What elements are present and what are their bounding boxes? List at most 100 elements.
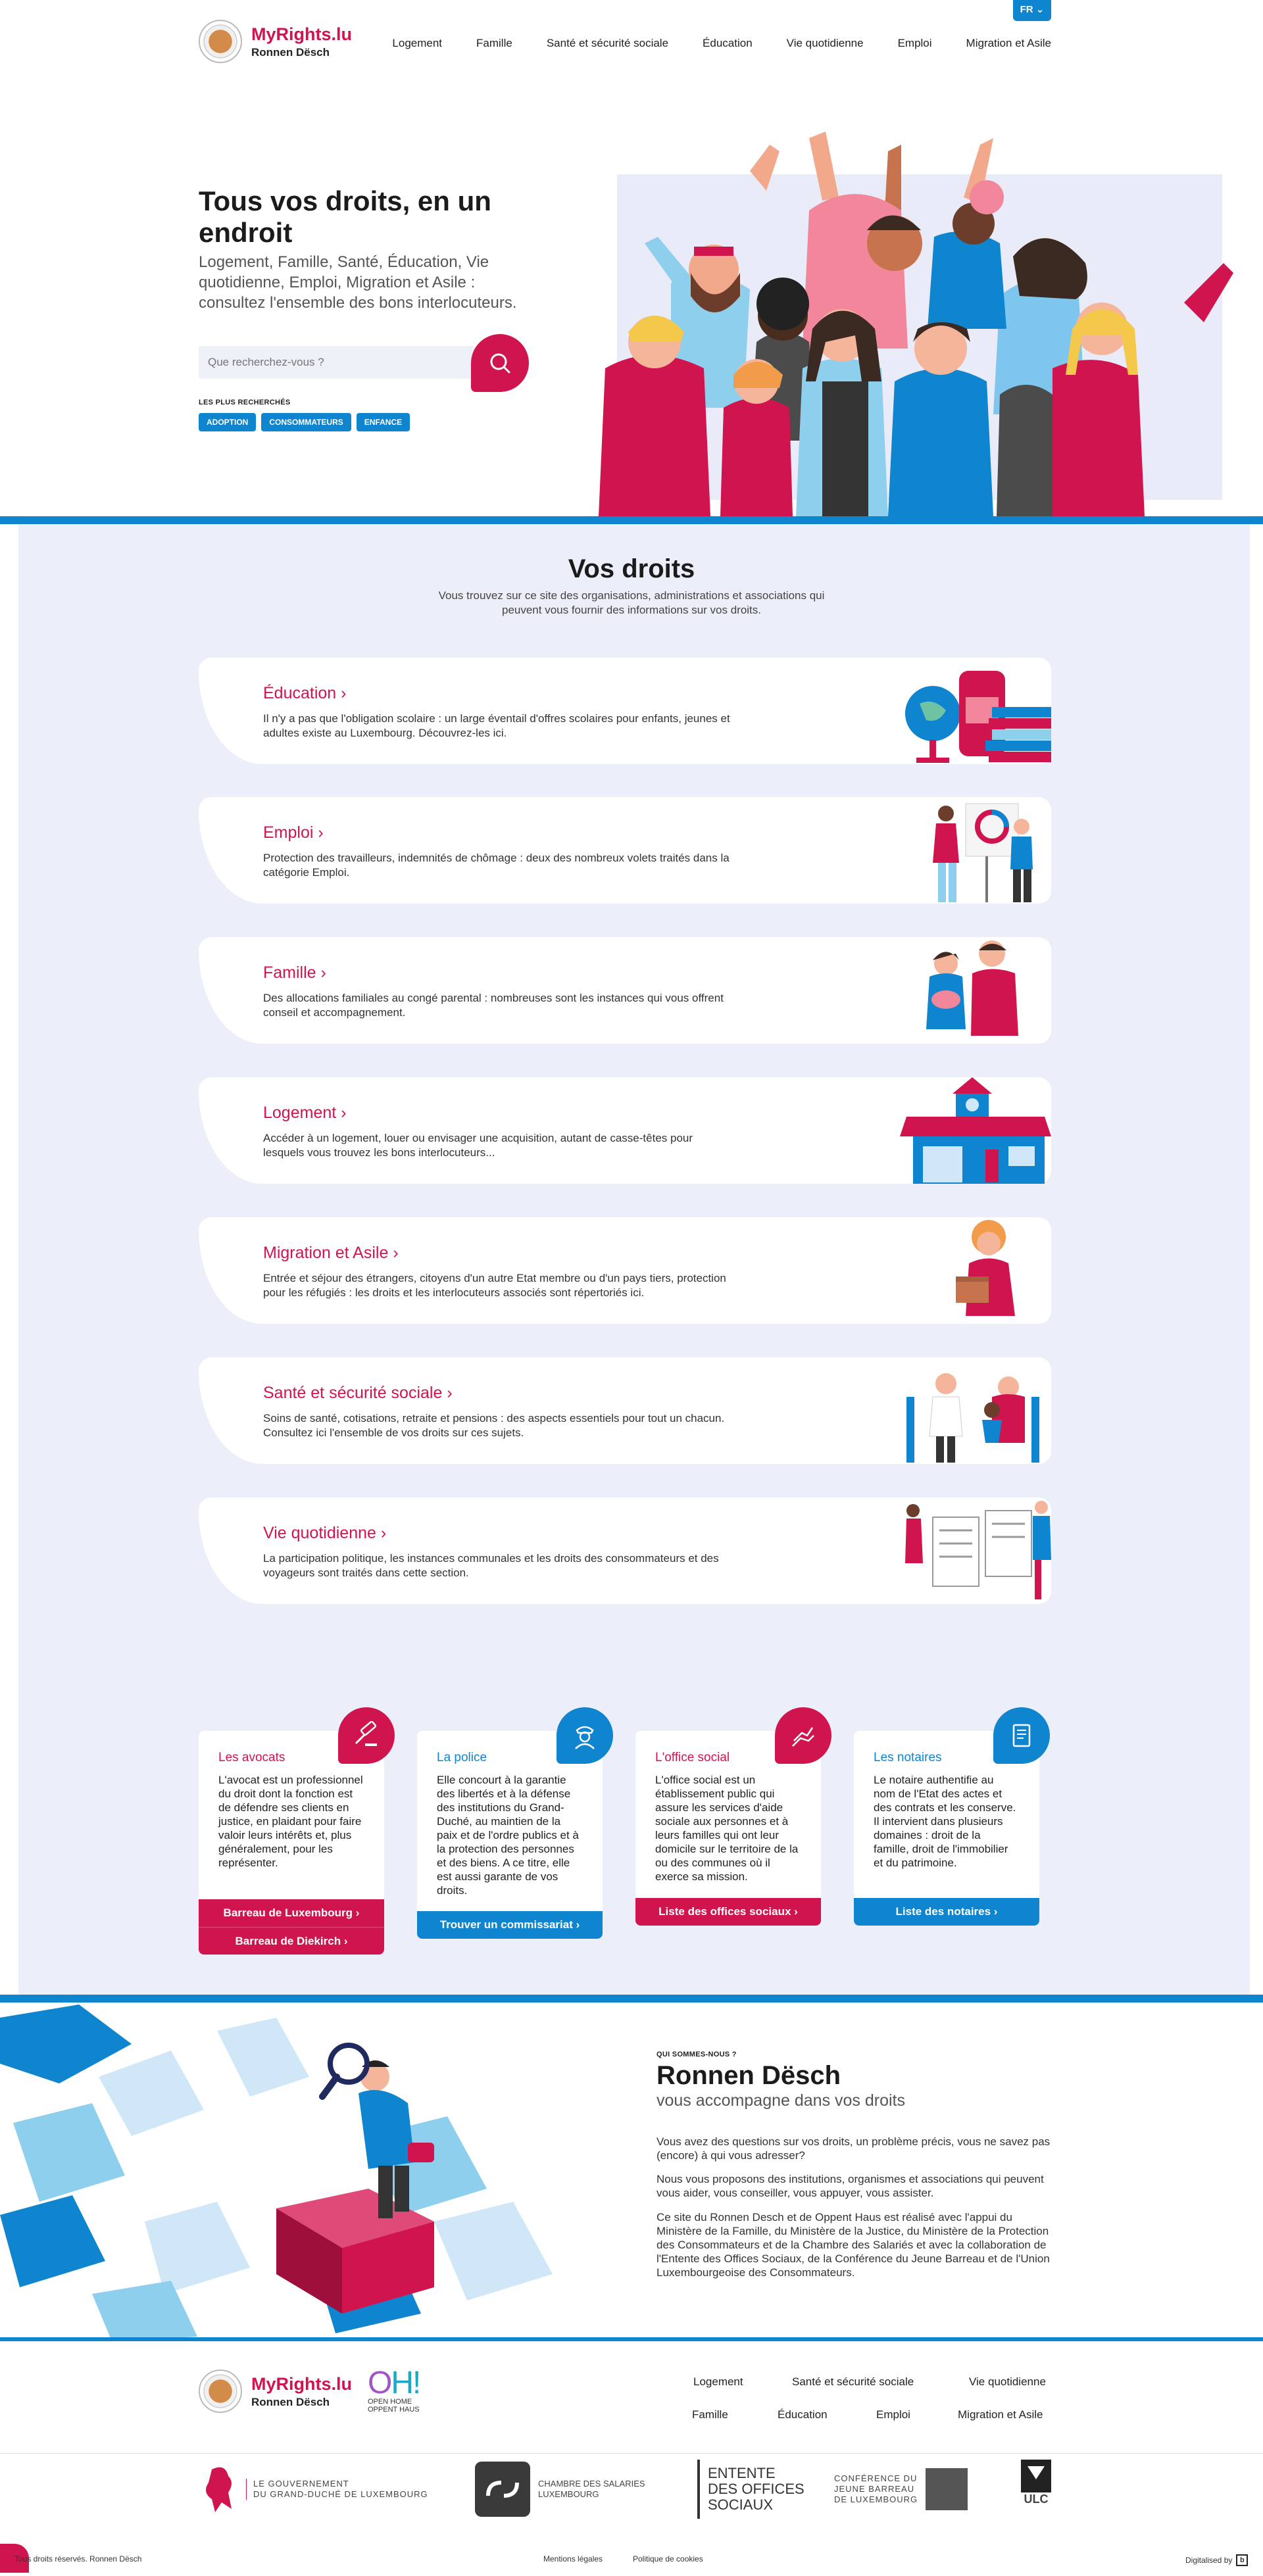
barreau-luxembourg-button[interactable]: Barreau de Luxembourg › [199, 1899, 384, 1927]
nav-item-education[interactable]: Éducation [703, 37, 753, 50]
site-logo[interactable]: MyRights.lu Ronnen Dësch [199, 20, 352, 63]
footer-site-logo[interactable]: MyRights.lu Ronnen Dësch [199, 2369, 352, 2413]
logo-name: MyRights.lu [251, 24, 352, 44]
tag-enfance[interactable]: ENFANCE [356, 413, 410, 431]
logement-house-illustration [900, 1077, 1051, 1184]
card-logement[interactable]: Logement › Accéder à un logement, louer … [199, 1077, 1051, 1184]
divider-line [0, 1995, 1263, 2003]
legal-link[interactable]: Mentions légales [543, 2554, 603, 2564]
find-commissariat-button[interactable]: Trouver un commissariat › [417, 1911, 603, 1939]
nav-item-vie-quotidienne[interactable]: Vie quotidienne [787, 37, 864, 50]
education-illustration [905, 671, 1051, 763]
gavel-icon [355, 1721, 377, 1746]
open-home-label-1: OPEN HOME [368, 2398, 412, 2406]
footer-nav-migration[interactable]: Migration et Asile [958, 2408, 1043, 2421]
open-home-mark: OH! [368, 2366, 421, 2400]
hero-title: Tous vos droits, en un endroit [199, 185, 491, 248]
search-button[interactable] [471, 334, 529, 392]
bottom-bar: Tous droits réservés. Ronnen Dësch Menti… [0, 2544, 1263, 2576]
offices-sociaux-button[interactable]: Liste des offices sociaux › [635, 1898, 821, 1926]
footer-nav-education[interactable]: Éducation [778, 2408, 828, 2421]
chevron-right-icon: › [320, 963, 326, 982]
language-selector[interactable]: FR ⌄ [1013, 0, 1051, 21]
chevron-right-icon: › [341, 1104, 347, 1122]
about-illustration [0, 2005, 553, 2341]
card-desc: Accéder à un logement, louer ou envisage… [263, 1132, 693, 1159]
footer-nav-logement[interactable]: Logement [693, 2375, 743, 2389]
logo-sub: Ronnen Dësch [251, 2395, 330, 2408]
copyright-text: Tous droits réservés. Ronnen Dësch [14, 2554, 142, 2564]
migration-illustration [956, 1220, 1015, 1316]
ronnen-desch-seal-logo [199, 20, 242, 63]
ulc-label: ULC [1024, 2492, 1049, 2506]
partner-jeune-barreau[interactable]: CONFÉRENCE DU JEUNE BARREAU DE LUXEMBOUR… [834, 2460, 968, 2519]
partner-gouvernement[interactable]: LE GOUVERNEMENT DU GRAND-DUCHÉ DE LUXEMB… [199, 2460, 428, 2519]
pro-title: Les notaires [874, 1751, 942, 1764]
ronnen-desch-seal-logo [199, 2369, 242, 2413]
card-sante[interactable]: Santé et sécurité sociale › Soins de san… [199, 1357, 1051, 1464]
partner-chambre-salaries[interactable]: CHAMBRE DES SALARIES LUXEMBOURG [475, 2460, 645, 2519]
nav-item-sante[interactable]: Santé et sécurité sociale [547, 37, 668, 50]
ulc-icon [1021, 2460, 1051, 2492]
notaires-badge [993, 1707, 1050, 1764]
pro-card-police: La police Elle concourt à la garantie de… [417, 1707, 613, 1939]
card-migration[interactable]: Migration et Asile › Entrée et séjour de… [199, 1217, 1051, 1324]
office-social-badge [775, 1707, 831, 1764]
police-badge [557, 1707, 613, 1764]
chevron-right-icon: › [380, 1524, 387, 1542]
nav-item-migration[interactable]: Migration et Asile [966, 37, 1051, 50]
agency-logo-icon: b [1236, 2554, 1249, 2566]
card-desc: Entrée et séjour des étrangers, citoyens… [263, 1272, 726, 1299]
card-emploi[interactable]: Emploi › Protection des travailleurs, in… [199, 797, 1051, 904]
card-desc: La participation politique, les instance… [263, 1552, 719, 1579]
search-input[interactable] [199, 346, 475, 379]
pro-title: La police [437, 1751, 487, 1764]
footer-nav-vie-quotidienne[interactable]: Vie quotidienne [969, 2375, 1046, 2389]
partner-entente-offices[interactable]: ENTENTE DES OFFICES SOCIAUX [697, 2460, 805, 2519]
about-paragraph-3: Ce site du Ronnen Desch et de Oppent Hau… [656, 2211, 1050, 2279]
tag-adoption[interactable]: ADOPTION [199, 413, 257, 431]
jeune-barreau-mark-icon [926, 2468, 968, 2510]
hero-subtitle: Logement, Famille, Santé, Éducation, Vie… [199, 253, 517, 312]
logo-name: MyRights.lu [251, 2373, 352, 2394]
site-header: MyRights.lu Ronnen Dësch Logement Famill… [0, 0, 1263, 85]
partner-ulc[interactable]: ULC [1021, 2460, 1051, 2519]
rights-title: Vos droits [568, 554, 695, 583]
popular-tags: ADOPTION CONSOMMATEURS ENFANCE [199, 413, 410, 431]
chevron-down-icon: ⌄ [1035, 4, 1045, 15]
footer-nav-famille[interactable]: Famille [692, 2408, 728, 2421]
nav-item-famille[interactable]: Famille [476, 37, 512, 50]
notaires-list-button[interactable]: Liste des notaires › [854, 1898, 1039, 1926]
open-home-logo[interactable]: OH! OPEN HOME OPPENT HAUS [368, 2366, 421, 2414]
gov-line-1: LE GOUVERNEMENT [253, 2479, 349, 2489]
famille-illustration [926, 940, 1018, 1036]
pro-card-notaires: Les notaires Le notaire authentifie au n… [854, 1707, 1050, 1926]
digitalised-by[interactable]: Digitalised by b [1185, 2554, 1249, 2566]
card-vie-quotidienne[interactable]: Vie quotidienne › La participation polit… [199, 1497, 1051, 1604]
language-label: FR [1020, 4, 1033, 15]
footer-nav-emploi[interactable]: Emploi [876, 2408, 910, 2421]
card-education[interactable]: Éducation › Il n'y a pas que l'obligatio… [199, 658, 1051, 764]
nav-item-logement[interactable]: Logement [392, 37, 442, 50]
cjb-line-1: CONFÉRENCE DU [834, 2473, 918, 2483]
card-title: Santé et sécurité sociale › [263, 1384, 453, 1402]
barreau-diekirch-button[interactable]: Barreau de Diekirch › [199, 1927, 384, 1955]
chevron-right-icon: › [341, 684, 347, 702]
divider-line [0, 516, 1263, 524]
card-desc: Soins de santé, cotisations, retraite et… [263, 1412, 725, 1439]
csl-icon [475, 2462, 530, 2517]
hero-people-illustration [599, 132, 1233, 516]
cookies-link[interactable]: Politique de cookies [633, 2554, 703, 2564]
nav-item-emploi[interactable]: Emploi [898, 37, 932, 50]
pro-desc: L'office social est un établissement pub… [655, 1774, 799, 1883]
footer-nav-sante[interactable]: Santé et sécurité sociale [792, 2375, 914, 2389]
about-kicker: QUI SOMMES-NOUS ? [656, 2051, 737, 2058]
about-subtitle: vous accompagne dans vos droits [656, 2091, 905, 2110]
partner-logos: LE GOUVERNEMENT DU GRAND-DUCHÉ DE LUXEMB… [199, 2460, 1054, 2525]
about-title: Ronnen Dësch [656, 2061, 841, 2090]
footer-logos: MyRights.lu Ronnen Dësch OH! OPEN HOME O… [199, 2366, 421, 2414]
gavel-badge [338, 1707, 395, 1764]
tag-consommateurs[interactable]: CONSOMMATEURS [261, 413, 351, 431]
chevron-right-icon: › [447, 1384, 453, 1402]
card-famille[interactable]: Famille › Des allocations familiales au … [199, 937, 1051, 1044]
